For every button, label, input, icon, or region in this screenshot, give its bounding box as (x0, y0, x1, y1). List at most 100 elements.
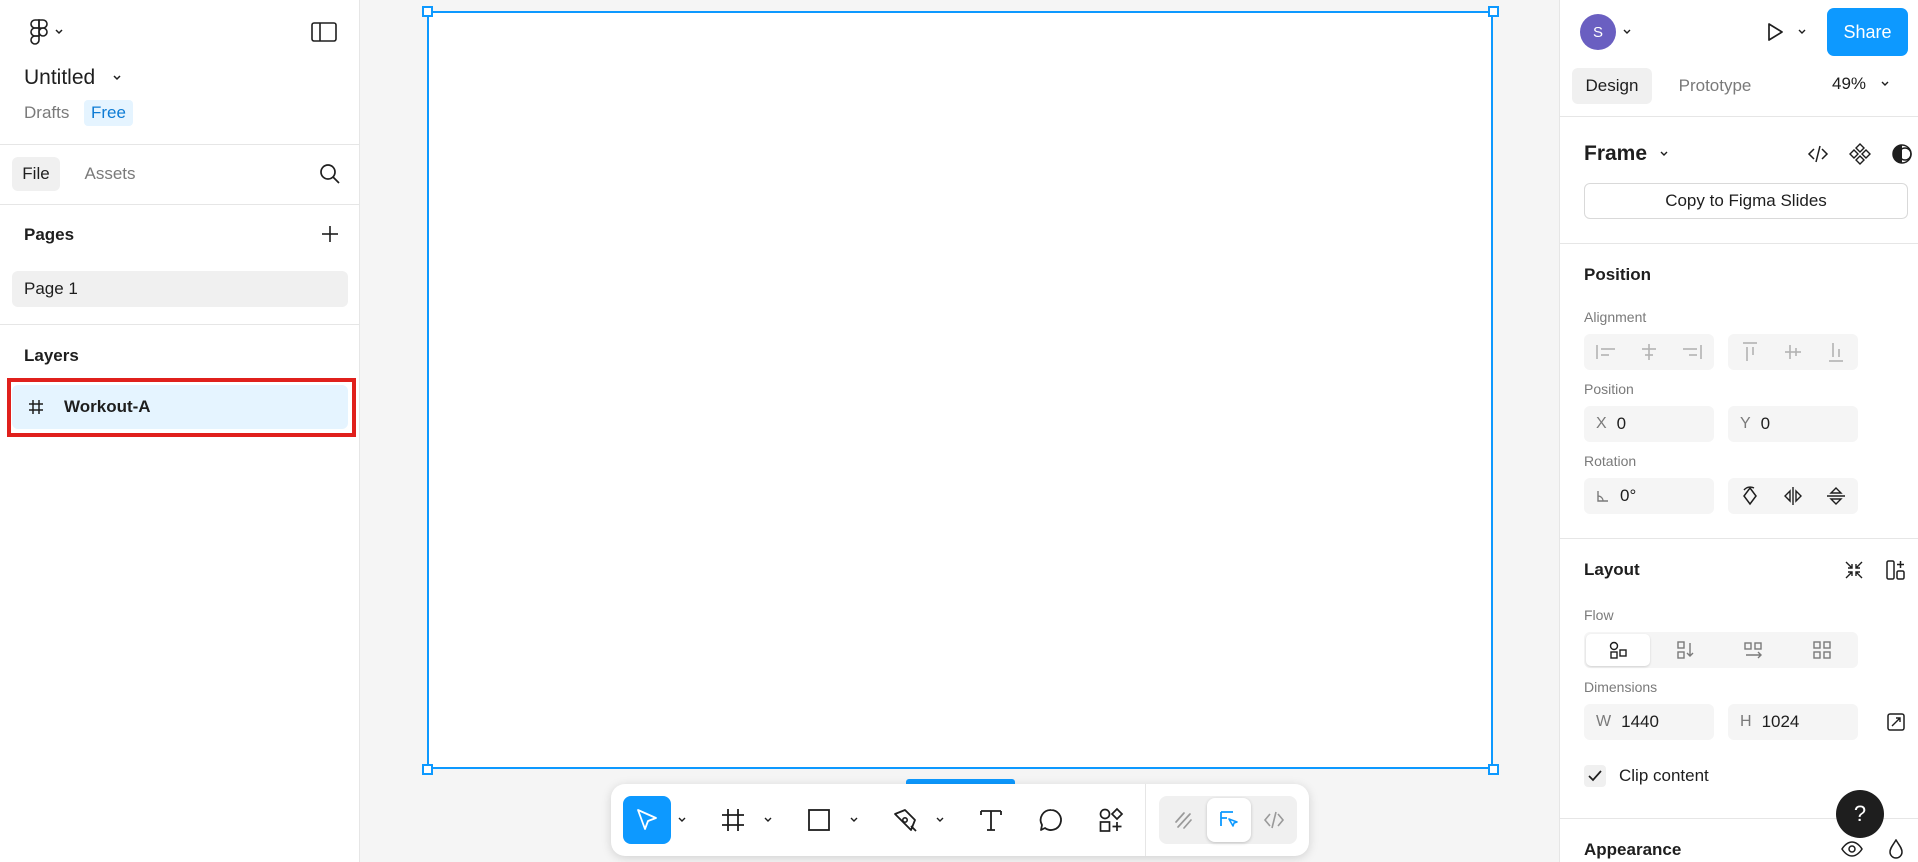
resize-handle-top-left[interactable] (422, 6, 433, 17)
dev-mode-button[interactable] (1253, 796, 1295, 844)
rotation-field[interactable]: 0° (1584, 478, 1714, 514)
file-title-button[interactable]: Untitled (24, 66, 123, 90)
align-top-icon (1742, 342, 1757, 361)
help-button[interactable]: ? (1836, 790, 1884, 838)
horizontal-layout-icon (1744, 642, 1762, 659)
position-section-title: Position (1584, 265, 1652, 284)
width-field[interactable]: W 1440 (1584, 704, 1714, 740)
align-left-button[interactable] (1584, 334, 1627, 370)
flow-grid-button[interactable] (1788, 632, 1856, 668)
user-avatar-button[interactable]: S (1580, 14, 1632, 50)
align-bottom-button[interactable] (1814, 334, 1858, 370)
component-icon (1849, 143, 1871, 165)
pen-tool-button[interactable] (881, 796, 929, 844)
shape-tool-button[interactable] (795, 796, 843, 844)
auto-layout-collapse-button[interactable] (1840, 556, 1868, 584)
draw-mode-button[interactable] (1163, 796, 1205, 844)
resize-handle-top-right[interactable] (1488, 6, 1499, 17)
w-prefix: W (1596, 713, 1612, 730)
flow-vertical-button[interactable] (1652, 632, 1720, 668)
text-tool-button[interactable] (967, 796, 1015, 844)
tab-assets[interactable]: Assets (72, 157, 148, 191)
tab-assets-label: Assets (84, 164, 136, 183)
tab-file[interactable]: File (12, 157, 60, 191)
text-t-icon (980, 810, 1002, 831)
align-bottom-icon (1829, 343, 1843, 362)
copy-to-slides-button[interactable]: Copy to Figma Slides (1584, 183, 1908, 219)
move-tool-dropdown[interactable] (673, 796, 691, 844)
pen-icon (894, 809, 917, 832)
file-title: Untitled (24, 66, 96, 89)
tab-prototype-label: Prototype (1678, 76, 1752, 95)
align-vertical-center-button[interactable] (1771, 334, 1814, 370)
align-horizontal-center-button[interactable] (1627, 334, 1670, 370)
selected-frame[interactable] (427, 11, 1493, 769)
dev-code-button[interactable] (1804, 140, 1832, 168)
resize-to-fit-button[interactable] (1882, 708, 1910, 736)
figma-main-menu-button[interactable] (22, 18, 72, 46)
tab-design[interactable]: Design (1572, 68, 1652, 104)
blend-mode-button[interactable] (1882, 836, 1910, 862)
add-page-button[interactable] (316, 220, 344, 248)
plan-badge[interactable]: Free (84, 100, 133, 126)
move-tool-button[interactable] (623, 796, 671, 844)
actions-tool-button[interactable] (1087, 796, 1135, 844)
x-prefix: X (1596, 415, 1607, 432)
comment-tool-button[interactable] (1027, 796, 1075, 844)
selection-type-dropdown[interactable]: Frame (1584, 142, 1669, 166)
layers-heading: Layers (24, 346, 79, 365)
chevron-down-icon (1881, 81, 1889, 86)
pen-tool-dropdown[interactable] (931, 796, 949, 844)
angle-icon (1597, 491, 1608, 502)
shapes-plus-icon (1099, 807, 1124, 832)
height-field[interactable]: H 1024 (1728, 704, 1858, 740)
flow-selector (1584, 632, 1858, 668)
scribble-icon (1175, 812, 1192, 829)
frame-tool-dropdown[interactable] (759, 796, 777, 844)
checkbox-box (1584, 765, 1606, 787)
divider (0, 204, 360, 205)
search-icon (320, 164, 340, 184)
page-item[interactable]: Page 1 (12, 271, 348, 307)
frame-tool-button[interactable] (709, 796, 757, 844)
align-center-icon (1641, 344, 1656, 360)
right-design-panel: S Share Design Prototype 49% Frame Copy … (1559, 0, 1918, 862)
present-options-dropdown[interactable] (1794, 18, 1810, 46)
rotate-90-button[interactable] (1728, 478, 1771, 514)
search-button[interactable] (316, 160, 344, 188)
toggle-sidebar-button[interactable] (308, 18, 340, 46)
flow-horizontal-button[interactable] (1720, 632, 1788, 668)
align-right-button[interactable] (1670, 334, 1714, 370)
vertical-layout-icon (1677, 641, 1694, 659)
flip-horizontal-button[interactable] (1771, 478, 1814, 514)
tab-prototype[interactable]: Prototype (1660, 68, 1770, 104)
flip-vertical-icon (1827, 487, 1845, 505)
code-brackets-icon (1263, 811, 1285, 829)
resize-handle-bottom-right[interactable] (1488, 764, 1499, 775)
create-component-button[interactable] (1846, 140, 1874, 168)
tab-design-label: Design (1585, 76, 1639, 95)
resize-handle-bottom-left[interactable] (422, 764, 433, 775)
flip-vertical-button[interactable] (1814, 478, 1858, 514)
align-top-button[interactable] (1728, 334, 1771, 370)
share-button[interactable]: Share (1827, 8, 1908, 56)
present-button[interactable] (1758, 18, 1792, 46)
position-label: Position (1584, 381, 1634, 397)
mask-button[interactable] (1888, 140, 1916, 168)
shape-tool-dropdown[interactable] (845, 796, 863, 844)
x-position-field[interactable]: X 0 (1584, 406, 1714, 442)
flow-freeform-button[interactable] (1586, 634, 1650, 666)
file-location[interactable]: Drafts (24, 103, 69, 123)
page-item-label: Page 1 (24, 279, 78, 298)
y-position-field[interactable]: Y 0 (1728, 406, 1858, 442)
clip-content-checkbox[interactable]: Clip content (1584, 765, 1709, 787)
rectangle-icon (808, 809, 830, 831)
rotation-label: Rotation (1584, 453, 1637, 469)
zoom-dropdown[interactable]: 49% (1832, 74, 1890, 94)
toggle-visibility-button[interactable] (1838, 836, 1866, 862)
layout-section-title: Layout (1584, 560, 1640, 579)
h-prefix: H (1740, 713, 1752, 730)
height-value: 1024 (1761, 712, 1800, 731)
design-mode-button[interactable] (1207, 798, 1251, 842)
add-auto-layout-button[interactable] (1882, 556, 1910, 584)
